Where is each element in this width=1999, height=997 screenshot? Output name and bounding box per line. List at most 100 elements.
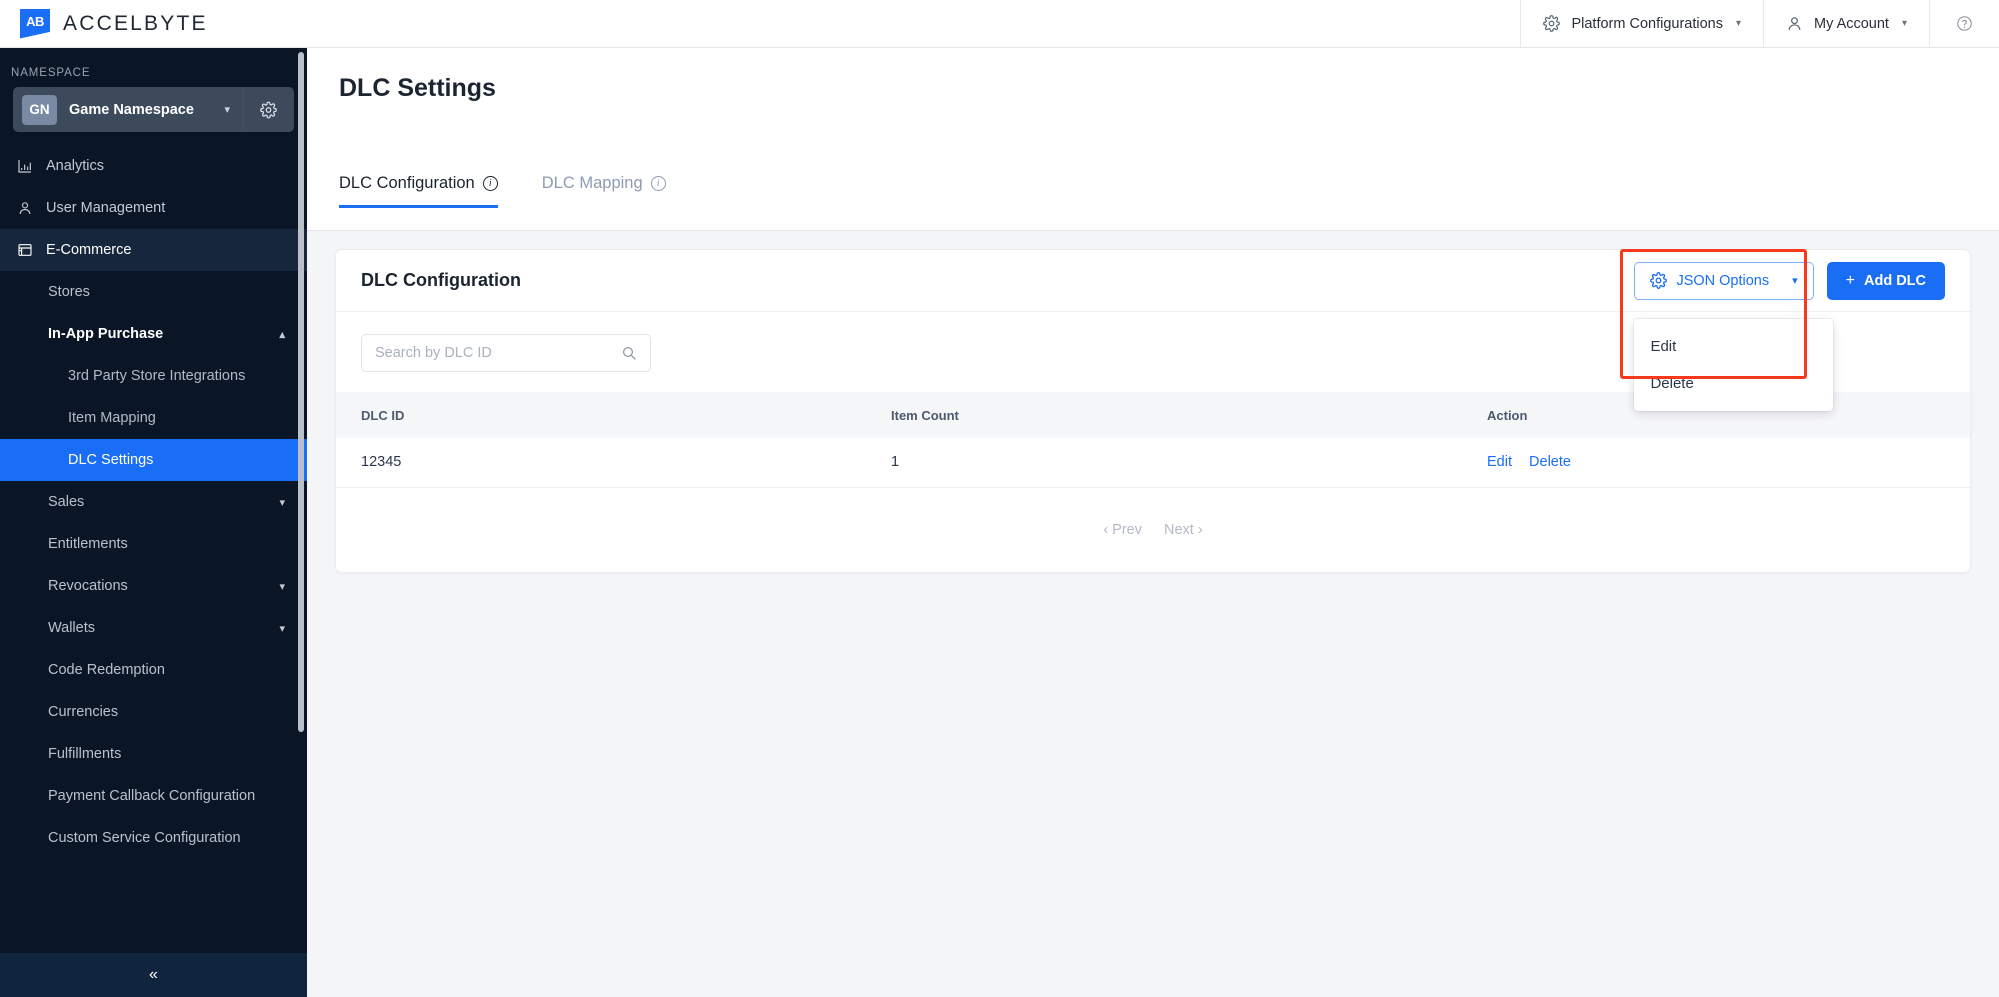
tab-label: DLC Mapping bbox=[541, 174, 643, 192]
column-header-dlc-id: DLC ID bbox=[361, 407, 405, 423]
table-body: 12345 1 Edit Delete bbox=[336, 438, 1970, 488]
cell-dlc-id: 12345 bbox=[336, 438, 891, 488]
sidebar-item-label: User Management bbox=[46, 200, 166, 216]
cell-item-count: 1 bbox=[891, 438, 1481, 488]
column-header-item-count: Item Count bbox=[891, 407, 959, 423]
sidebar-item-label: E-Commerce bbox=[46, 242, 132, 258]
sidebar-scrollbar[interactable] bbox=[298, 52, 304, 732]
pagination-next-button[interactable]: Next › bbox=[1164, 522, 1203, 538]
person-icon bbox=[16, 200, 33, 217]
dropdown-item-label: Delete bbox=[1650, 374, 1694, 392]
brand-logo[interactable]: AB ACCELBYTE bbox=[0, 8, 208, 39]
sidebar-item-entitlements[interactable]: Entitlements bbox=[0, 523, 307, 565]
chevron-down-icon: ▾ bbox=[1735, 18, 1742, 29]
card-header: DLC Configuration JSON Options ▾ Edit De… bbox=[336, 248, 1970, 411]
gear-icon bbox=[260, 101, 277, 118]
json-options-button[interactable]: JSON Options ▾ bbox=[1634, 261, 1814, 300]
sidebar-item-item-mapping[interactable]: Item Mapping bbox=[0, 397, 307, 439]
sidebar-item-label: Revocations bbox=[48, 578, 128, 594]
sidebar-item-payment-callback-configuration[interactable]: Payment Callback Configuration bbox=[0, 775, 307, 817]
sidebar-item-code-redemption[interactable]: Code Redemption bbox=[0, 649, 307, 691]
chevron-down-icon: ▾ bbox=[279, 496, 285, 509]
row-edit-link[interactable]: Edit bbox=[1487, 454, 1512, 470]
sidebar-item-label: Item Mapping bbox=[68, 410, 156, 426]
sidebar-collapse-button[interactable]: « bbox=[0, 953, 307, 997]
chevron-down-icon: ▾ bbox=[1901, 18, 1907, 29]
sidebar-item-label: Analytics bbox=[46, 158, 105, 174]
sidebar-item-label: Payment Callback Configuration bbox=[48, 788, 256, 804]
sidebar-item-wallets[interactable]: Wallets ▾ bbox=[0, 607, 307, 649]
sidebar-item-fulfillments[interactable]: Fulfillments bbox=[0, 733, 307, 775]
namespace-badge: GN bbox=[22, 94, 57, 125]
chevron-up-icon: ▴ bbox=[279, 328, 285, 341]
dropdown-item-delete[interactable]: Delete bbox=[1634, 365, 1833, 402]
search-box[interactable] bbox=[361, 334, 651, 372]
logo-mark-text: AB bbox=[26, 14, 44, 29]
tab-active-indicator bbox=[339, 205, 498, 208]
json-options-wrapper: JSON Options ▾ Edit Delete bbox=[1620, 248, 1834, 411]
tab-label: DLC Configuration bbox=[339, 174, 475, 192]
sidebar-item-user-management[interactable]: User Management bbox=[0, 187, 307, 229]
info-icon[interactable]: i bbox=[650, 176, 666, 191]
top-bar-right: Platform Configurations ▾ My Account ▾ bbox=[1520, 0, 1999, 48]
namespace-settings-button[interactable] bbox=[242, 87, 294, 132]
table-row: 12345 1 Edit Delete bbox=[336, 438, 1970, 488]
card-title: DLC Configuration bbox=[361, 270, 521, 290]
tab-bar: DLC Configuration i DLC Mapping i bbox=[339, 174, 688, 208]
sidebar-item-custom-service-configuration[interactable]: Custom Service Configuration bbox=[0, 817, 307, 859]
platform-configurations-menu[interactable]: Platform Configurations ▾ bbox=[1520, 0, 1763, 48]
sidebar-item-stores[interactable]: Stores bbox=[0, 271, 307, 313]
help-button[interactable] bbox=[1929, 0, 1999, 48]
top-bar: AB ACCELBYTE Platform Configurations ▾ M… bbox=[0, 0, 1999, 48]
platform-configurations-label: Platform Configurations bbox=[1571, 15, 1723, 32]
namespace-name: Game Namespace bbox=[69, 101, 194, 118]
page-title: DLC Settings bbox=[339, 74, 496, 102]
sidebar-item-label: Wallets bbox=[48, 620, 95, 636]
sidebar-item-sales[interactable]: Sales ▾ bbox=[0, 481, 307, 523]
add-dlc-button[interactable]: + Add DLC bbox=[1826, 261, 1945, 300]
row-delete-link[interactable]: Delete bbox=[1529, 454, 1571, 470]
main-content: DLC Settings DLC Configuration i DLC Map… bbox=[307, 48, 1999, 997]
bar-chart-icon bbox=[16, 158, 33, 175]
json-options-dropdown-menu: Edit Delete bbox=[1634, 318, 1834, 411]
sidebar-item-label: Currencies bbox=[48, 704, 119, 720]
sidebar-item-label: In-App Purchase bbox=[48, 326, 164, 342]
add-dlc-label: Add DLC bbox=[1863, 272, 1926, 289]
sidebar-item-in-app-purchase[interactable]: In-App Purchase ▴ bbox=[0, 313, 307, 355]
person-icon bbox=[1786, 15, 1803, 32]
dropdown-item-edit[interactable]: Edit bbox=[1634, 328, 1833, 365]
sidebar-item-label: Code Redemption bbox=[48, 662, 165, 678]
namespace-selector-main[interactable]: GN Game Namespace ▾ bbox=[13, 87, 242, 132]
sidebar-item-label: DLC Settings bbox=[68, 452, 154, 468]
chevron-down-icon: ▾ bbox=[224, 104, 230, 116]
accelbyte-logo-icon: AB bbox=[20, 8, 50, 39]
sidebar-item-revocations[interactable]: Revocations ▾ bbox=[0, 565, 307, 607]
json-options-label: JSON Options bbox=[1676, 272, 1770, 289]
info-icon[interactable]: i bbox=[482, 176, 498, 191]
pagination-prev-button[interactable]: ‹ Prev bbox=[1103, 522, 1142, 538]
sidebar-nav: Analytics User Management E-Commerce Sto… bbox=[0, 132, 307, 859]
double-chevron-left-icon: « bbox=[149, 966, 158, 983]
sidebar-item-currencies[interactable]: Currencies bbox=[0, 691, 307, 733]
sidebar-item-label: Fulfillments bbox=[48, 746, 122, 762]
sidebar-item-e-commerce[interactable]: E-Commerce bbox=[0, 229, 307, 271]
chevron-down-icon: ▾ bbox=[279, 580, 285, 593]
plus-icon: + bbox=[1845, 271, 1855, 289]
gear-icon bbox=[1543, 15, 1561, 32]
search-input[interactable] bbox=[375, 345, 620, 361]
namespace-selector[interactable]: GN Game Namespace ▾ bbox=[13, 87, 294, 132]
brand-name: ACCELBYTE bbox=[63, 11, 208, 35]
card-header-actions: JSON Options ▾ Edit Delete + Add DLC bbox=[1620, 248, 1945, 411]
my-account-label: My Account bbox=[1814, 15, 1889, 32]
content-area: DLC Configuration JSON Options ▾ Edit De… bbox=[307, 231, 1999, 997]
tab-dlc-configuration[interactable]: DLC Configuration i bbox=[339, 174, 520, 208]
sidebar-item-dlc-settings[interactable]: DLC Settings bbox=[0, 439, 307, 481]
tab-dlc-mapping[interactable]: DLC Mapping i bbox=[542, 174, 688, 207]
sidebar-item-label: Entitlements bbox=[48, 536, 128, 552]
my-account-menu[interactable]: My Account ▾ bbox=[1763, 0, 1929, 48]
sidebar-item-label: Stores bbox=[48, 284, 90, 300]
chevron-down-icon: ▾ bbox=[279, 622, 285, 635]
sidebar-item-3rd-party-store-integrations[interactable]: 3rd Party Store Integrations bbox=[0, 355, 307, 397]
search-icon[interactable] bbox=[620, 345, 637, 362]
sidebar-item-analytics[interactable]: Analytics bbox=[0, 145, 307, 187]
